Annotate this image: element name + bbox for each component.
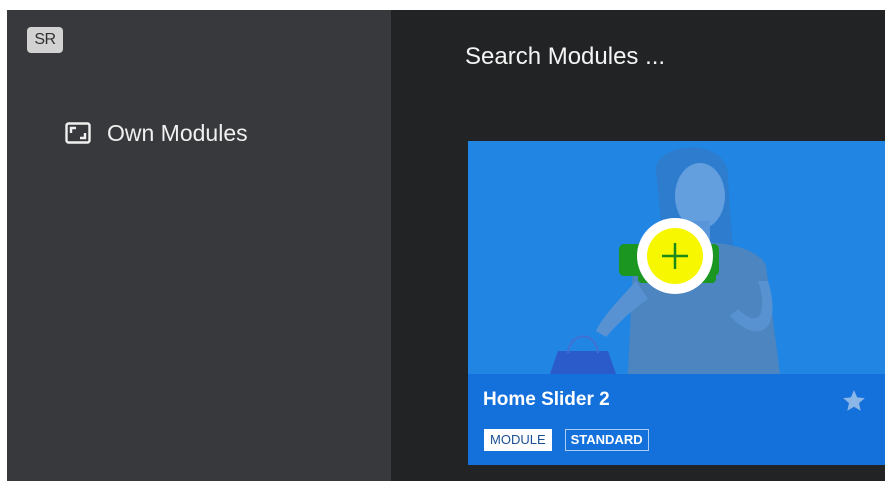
star-icon[interactable] [841, 388, 867, 414]
add-module-button[interactable] [636, 217, 714, 295]
frame-corners-icon [65, 122, 91, 144]
card-preview-image [468, 141, 885, 374]
card-footer: Home Slider 2 MODULE STANDARD [468, 374, 885, 465]
card-title: Home Slider 2 [483, 389, 610, 410]
app-window: SR Own Modules Search Modules ... Home S… [7, 10, 885, 481]
module-card[interactable]: Home Slider 2 MODULE STANDARD [468, 141, 885, 465]
logo-badge[interactable]: SR [27, 27, 63, 53]
sidebar: SR Own Modules [7, 10, 391, 481]
sidebar-item-label: Own Modules [107, 119, 248, 146]
tag-standard: STANDARD [564, 429, 649, 451]
tag-list: MODULE STANDARD [484, 429, 649, 451]
search-input[interactable] [465, 34, 845, 80]
sidebar-item-own-modules[interactable]: Own Modules [65, 118, 248, 148]
tag-module: MODULE [484, 429, 552, 451]
main-area: Home Slider 2 MODULE STANDARD [391, 10, 885, 481]
